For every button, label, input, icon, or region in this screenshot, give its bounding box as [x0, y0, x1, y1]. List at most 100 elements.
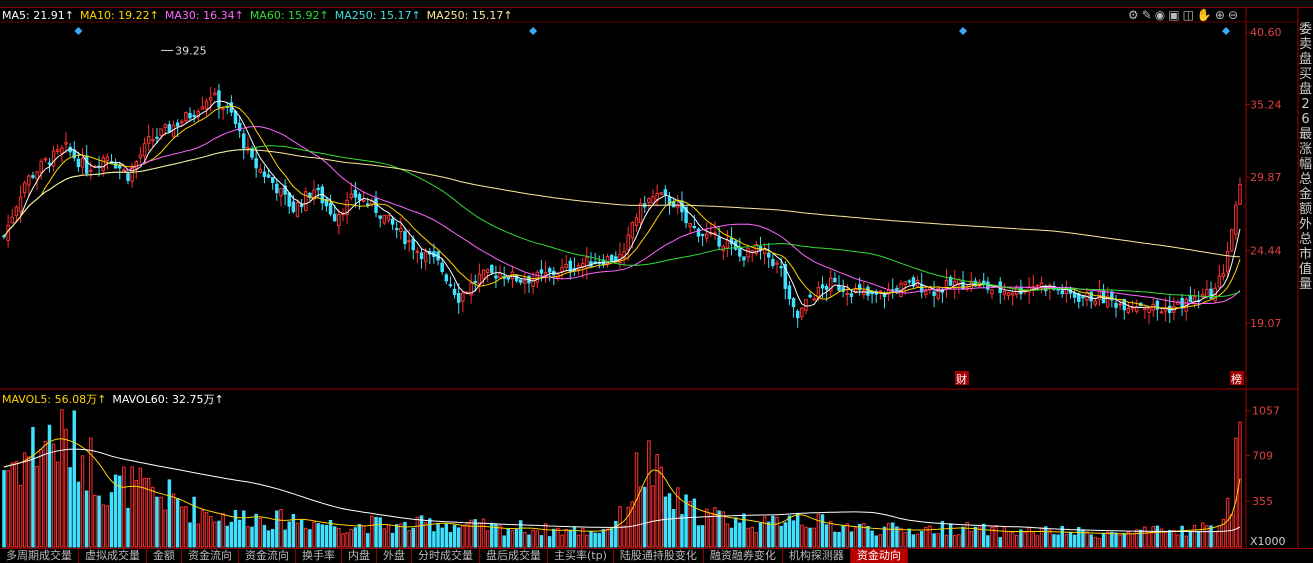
volume-bar: [465, 523, 469, 548]
volume-bar: [6, 470, 10, 548]
volume-bar: [250, 526, 254, 548]
volume-bar: [55, 461, 60, 548]
indicator-tab-0[interactable]: 多周期成交量: [0, 549, 79, 563]
volume-bar: [944, 534, 949, 548]
candle-body: [767, 252, 771, 258]
volume-bar: [184, 506, 188, 548]
candle-body: [18, 196, 23, 212]
indicator-tab-10[interactable]: 主买率(tp): [548, 549, 614, 563]
indicator-tab-11[interactable]: 陆股通持股变化: [614, 549, 704, 563]
ma10-line: [3, 105, 1241, 309]
candle-body: [1234, 204, 1238, 235]
candle-body: [564, 263, 568, 269]
candle-body: [357, 193, 362, 201]
volume-bar: [93, 494, 97, 548]
candle-body: [386, 214, 391, 221]
kline-chart[interactable]: 40.60 35.24 29.87 24.44 19.07 1057 709 355 X1000…: [0, 0, 1313, 548]
candle-body: [1159, 311, 1164, 314]
candle-body: [932, 291, 936, 296]
volume-bar: [80, 455, 85, 548]
price-tick-label: 35.24: [1250, 99, 1282, 112]
price-tick-label: 24.44: [1250, 245, 1282, 258]
volume-bar: [882, 526, 887, 548]
volume-bar: [76, 481, 81, 548]
volume-bar: [1105, 531, 1110, 548]
volume-bar: [1114, 532, 1118, 548]
panel-char: 2: [1301, 97, 1310, 112]
volume-bar: [167, 479, 172, 548]
volume-bar: [1188, 531, 1193, 548]
indicator-tab-14[interactable]: 资金动向: [850, 549, 908, 563]
volume-bar: [705, 508, 709, 548]
volume-bar: [812, 527, 816, 548]
candle-body: [6, 224, 10, 241]
volume-bar: [204, 512, 209, 548]
panel-char: 最: [1298, 127, 1312, 142]
volume-bar: [163, 509, 167, 548]
candle-body: [614, 256, 618, 261]
indicator-tab-6[interactable]: 内盘: [342, 549, 377, 563]
volume-bar: [1072, 534, 1077, 548]
volume-bar: [1043, 526, 1048, 548]
candle-body: [1072, 292, 1077, 298]
candle-body: [14, 206, 19, 217]
volume-bar: [101, 504, 105, 548]
volume-bar: [795, 512, 800, 548]
volume-bar: [1143, 526, 1147, 548]
volume-bar: [576, 534, 581, 548]
candle-body: [295, 202, 300, 217]
panel-char: 总: [1298, 232, 1312, 247]
volume-bar: [568, 529, 573, 548]
indicator-tab-1[interactable]: 虚拟成交量: [79, 549, 147, 563]
volume-bar: [638, 486, 643, 548]
candle-body: [746, 247, 750, 258]
candle-body: [200, 106, 205, 110]
volume-bar: [738, 522, 742, 548]
candle-body: [663, 189, 668, 196]
candle-body: [423, 251, 428, 262]
ma30-line: [3, 126, 1241, 305]
volume-bar: [824, 524, 829, 548]
right-side-panel[interactable]: 委卖盘买盘26最涨幅总金额外总市值量: [1298, 22, 1313, 547]
indicator-tab-7[interactable]: 外盘: [377, 549, 412, 563]
volume-bar: [27, 456, 31, 548]
volume-bar: [159, 496, 163, 548]
volume-bar: [349, 528, 353, 548]
volume-bar: [940, 521, 945, 548]
candle-body: [47, 162, 52, 165]
volume-bar: [436, 523, 440, 548]
volume-bar: [31, 426, 35, 548]
candle-body: [60, 147, 64, 154]
indicator-tab-3[interactable]: 资金流向: [182, 549, 239, 563]
volume-bar: [320, 524, 325, 548]
volume-bar: [196, 523, 201, 548]
indicator-tab-12[interactable]: 融资融券变化: [704, 549, 783, 563]
volume-bar: [1172, 529, 1176, 548]
volume-bar: [543, 523, 548, 548]
candle-body: [105, 156, 110, 162]
candle-body: [485, 268, 490, 273]
ma5-line: [3, 100, 1241, 311]
volume-bar: [692, 498, 697, 548]
candle-body: [791, 298, 796, 308]
volume-bar: [1151, 526, 1155, 548]
volume-bar: [849, 531, 854, 548]
indicator-tab-9[interactable]: 盘后成交量: [480, 549, 548, 563]
candle-body: [494, 275, 498, 279]
volume-bar: [1093, 536, 1098, 548]
volume-bar: [229, 521, 234, 548]
indicator-tab-13[interactable]: 机构探测器: [783, 549, 851, 563]
volume-bar: [64, 428, 68, 548]
volume-bar: [188, 522, 192, 548]
candle-body: [862, 290, 866, 295]
volume-bar: [1064, 534, 1069, 548]
candle-body: [580, 262, 585, 267]
volume-bar: [43, 441, 48, 548]
volume-bar: [651, 485, 655, 548]
indicator-tab-8[interactable]: 分时成交量: [412, 549, 480, 563]
indicator-tab-2[interactable]: 金额: [147, 549, 182, 563]
candle-body: [543, 272, 548, 276]
indicator-tab-4[interactable]: 资金流向: [239, 549, 296, 563]
indicator-tab-5[interactable]: 换手率: [296, 549, 342, 563]
candle-body: [270, 177, 275, 183]
